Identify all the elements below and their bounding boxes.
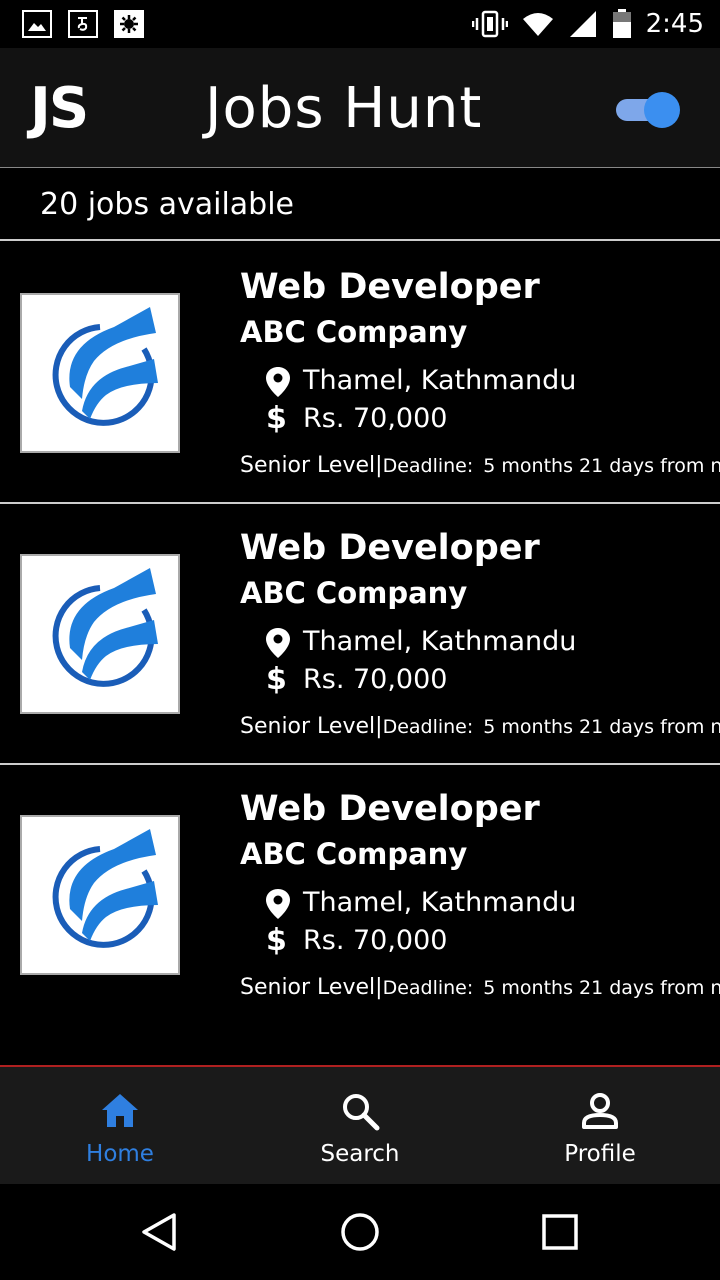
deadline-label: Deadline: xyxy=(382,977,474,999)
job-location: Thamel, Kathmandu xyxy=(303,887,577,918)
meta-separator: | xyxy=(375,453,383,478)
job-location: Thamel, Kathmandu xyxy=(303,365,577,396)
location-pin-icon xyxy=(266,889,290,919)
job-level: Senior Level xyxy=(240,975,376,1000)
notification-icon xyxy=(68,10,98,38)
deadline-value: 5 months 21 days from now xyxy=(483,716,720,738)
jobs-count-bar: 20 jobs available xyxy=(0,169,720,241)
image-icon xyxy=(22,10,52,38)
system-nav-bar xyxy=(0,1184,720,1280)
bottom-nav: Home Search Profile xyxy=(0,1067,720,1184)
job-card[interactable]: Web Developer ABC Company Thamel, Kathma… xyxy=(0,765,720,1026)
deadline-label: Deadline: xyxy=(382,455,474,477)
dollar-icon: $ xyxy=(266,923,287,958)
location-pin-icon xyxy=(266,628,290,658)
back-icon[interactable] xyxy=(140,1212,180,1252)
job-salary: Rs. 70,000 xyxy=(303,403,448,434)
app-title: Jobs Hunt xyxy=(205,76,483,141)
job-title: Web Developer xyxy=(240,789,540,829)
company-logo xyxy=(20,815,180,975)
nav-profile-label: Profile xyxy=(564,1141,636,1167)
nav-search-label: Search xyxy=(320,1141,400,1167)
company-logo xyxy=(20,554,180,714)
job-meta: Senior Level | Deadline: 5 months 21 day… xyxy=(240,975,720,1005)
search-icon xyxy=(343,1094,380,1131)
dollar-icon: $ xyxy=(266,662,287,697)
meta-separator: | xyxy=(375,975,383,1000)
toggle-thumb xyxy=(644,92,680,128)
job-salary: Rs. 70,000 xyxy=(303,664,448,695)
job-title: Web Developer xyxy=(240,528,540,568)
nav-home-label: Home xyxy=(86,1141,154,1167)
wifi-icon xyxy=(522,13,553,36)
profile-icon xyxy=(582,1093,618,1129)
jobs-count: 20 jobs available xyxy=(40,187,295,222)
job-location: Thamel, Kathmandu xyxy=(303,626,577,657)
company-name: ABC Company xyxy=(240,576,468,610)
job-meta: Senior Level | Deadline: 5 months 21 day… xyxy=(240,714,720,744)
status-bar: 2:45 xyxy=(0,0,720,48)
home-icon xyxy=(102,1094,138,1127)
battery-icon xyxy=(612,9,631,38)
deadline-label: Deadline: xyxy=(382,716,474,738)
app-bar: JS Jobs Hunt xyxy=(0,48,720,168)
vibrate-icon xyxy=(471,10,508,38)
status-left-icons xyxy=(22,10,144,38)
job-level: Senior Level xyxy=(240,453,376,478)
status-right-icons: 2:45 xyxy=(471,8,704,40)
job-list: Web Developer ABC Company Thamel, Kathma… xyxy=(0,243,720,1065)
company-name: ABC Company xyxy=(240,837,468,871)
company-logo xyxy=(20,293,180,453)
job-card[interactable]: Web Developer ABC Company Thamel, Kathma… xyxy=(0,243,720,504)
status-time: 2:45 xyxy=(645,9,704,39)
job-meta: Senior Level | Deadline: 5 months 21 day… xyxy=(240,453,720,483)
nav-search[interactable]: Search xyxy=(240,1067,480,1184)
job-title: Web Developer xyxy=(240,267,540,307)
job-card[interactable]: Web Developer ABC Company Thamel, Kathma… xyxy=(0,504,720,765)
deadline-value: 5 months 21 days from now xyxy=(483,455,720,477)
recents-icon[interactable] xyxy=(540,1212,580,1252)
app-logo: JS xyxy=(30,76,89,141)
settings-icon xyxy=(114,10,144,38)
meta-separator: | xyxy=(375,714,383,739)
home-circle-icon[interactable] xyxy=(340,1212,380,1252)
signal-icon xyxy=(569,11,596,37)
nav-home[interactable]: Home xyxy=(0,1067,240,1184)
location-pin-icon xyxy=(266,367,290,397)
nav-profile[interactable]: Profile xyxy=(480,1067,720,1184)
theme-toggle[interactable] xyxy=(616,92,680,128)
job-level: Senior Level xyxy=(240,714,376,739)
deadline-value: 5 months 21 days from now xyxy=(483,977,720,999)
job-salary: Rs. 70,000 xyxy=(303,925,448,956)
dollar-icon: $ xyxy=(266,401,287,436)
company-name: ABC Company xyxy=(240,315,468,349)
